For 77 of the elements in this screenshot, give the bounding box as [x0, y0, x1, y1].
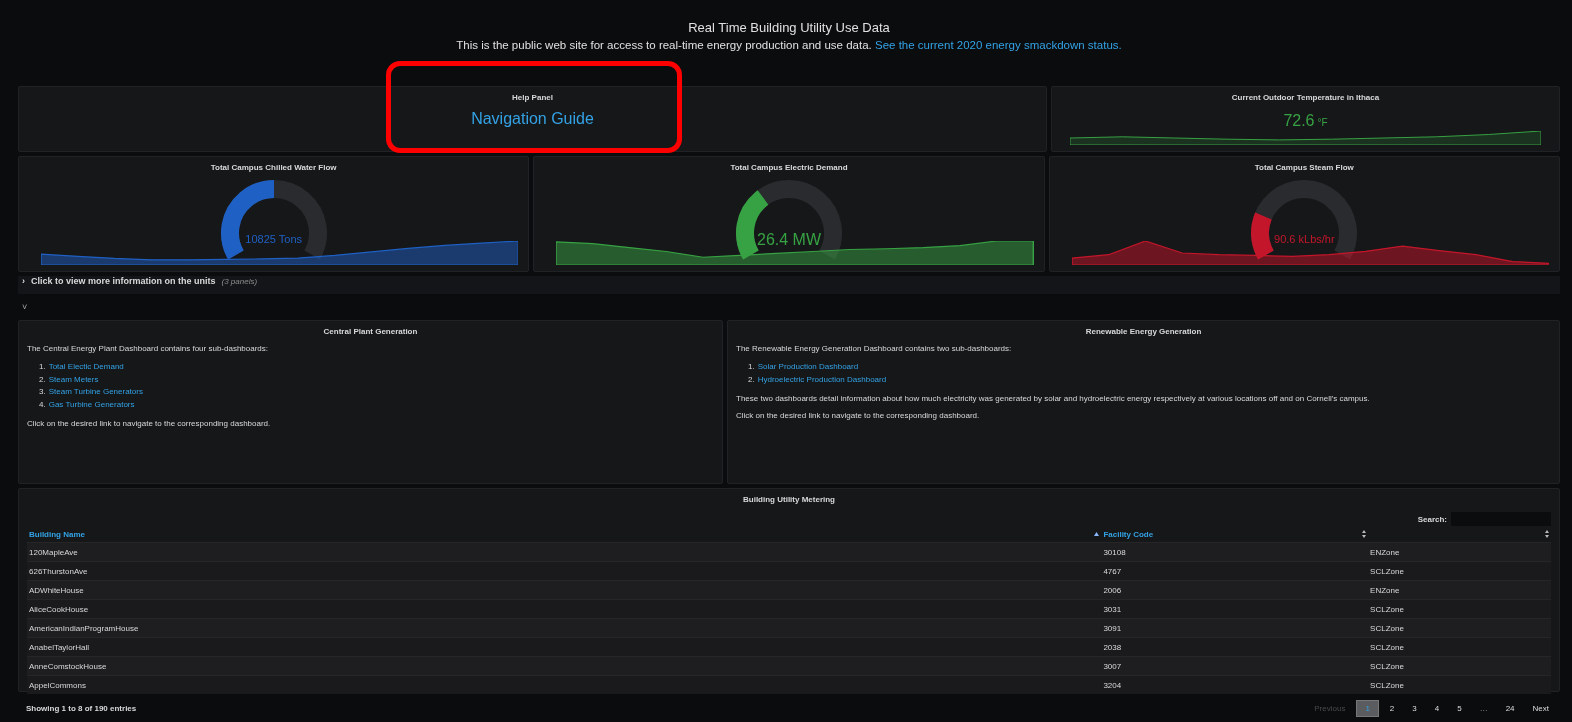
- table-cell: 120MapleAve: [27, 542, 1102, 562]
- list-number: 3.: [39, 386, 46, 398]
- temperature-value: 72.6: [1283, 112, 1315, 129]
- table-cell: AmericanIndianProgramHouse: [27, 618, 1102, 638]
- table-cell: 626ThurstonAve: [27, 561, 1102, 581]
- table-cell: AnneComstockHouse: [27, 656, 1102, 676]
- dashboard-link[interactable]: Solar Production Dashboard: [757, 361, 859, 374]
- intro-text: This is the public web site for access to real-time energy production and use data. See the current 2020 energy smackdown status.: [456, 39, 1122, 51]
- chevron-icon[interactable]: ˅: [22, 302, 28, 312]
- panel-title: Total Campus Steam Flow: [1254, 162, 1354, 172]
- dashboard-link[interactable]: Gas Turbine Generators: [48, 398, 135, 411]
- dashboard-link[interactable]: Hydroelectric Production Dashboard: [757, 373, 887, 386]
- page-button[interactable]: 3: [1405, 699, 1424, 717]
- table-cell: SCLZone: [1368, 656, 1551, 676]
- page-button[interactable]: 24: [1498, 699, 1522, 717]
- panel-count: (3 panels): [221, 277, 258, 286]
- list-number: 1.: [39, 361, 46, 373]
- panel-title: Help Panel: [512, 92, 553, 102]
- entries-info: Showing 1 to 8 of 190 entries: [26, 703, 137, 713]
- column-header[interactable]: Facility Code: [1103, 529, 1154, 539]
- table-cell: AnabelTaylorHall: [27, 637, 1102, 657]
- dashboard-link[interactable]: Steam Turbine Generators: [48, 386, 143, 399]
- table-cell: SCLZone: [1368, 618, 1551, 638]
- table-cell: 3091: [1101, 618, 1369, 638]
- gauge-value: 10825 Tons: [244, 233, 303, 245]
- table-cell: AliceCookHouse: [27, 599, 1102, 619]
- sort-icon[interactable]: [1545, 530, 1549, 538]
- panel-text: Click on the desired link to navigate to the corresponding dashboard.: [736, 411, 981, 420]
- table-cell: SCLZone: [1368, 675, 1551, 694]
- panel-title: Building Utility Metering: [742, 494, 836, 504]
- collapsed-row[interactable]: › Click to view more information on the units (3 panels): [18, 276, 1560, 294]
- row-title: Click to view more information on the units: [31, 276, 216, 286]
- table-cell: SCLZone: [1368, 599, 1551, 619]
- panel-title: Renewable Energy Generation: [1084, 326, 1203, 336]
- panel-title: Total Campus Chilled Water Flow: [210, 162, 337, 172]
- navigation-guide-link[interactable]: Navigation Guide: [471, 110, 594, 128]
- page-button[interactable]: 2: [1382, 699, 1402, 717]
- column-header[interactable]: Building Name: [29, 529, 85, 539]
- table-cell: 3007: [1101, 656, 1369, 676]
- chevron-icon: ›: [22, 276, 25, 286]
- panel-title: Total Campus Electric Demand: [730, 162, 848, 172]
- search-label: Search:: [1417, 514, 1447, 524]
- table-cell: ADWhiteHouse: [27, 580, 1102, 600]
- panel-text: The Renewable Energy Generation Dashboard contains two sub-dashboards:: [736, 344, 1013, 353]
- panel-title: Central Plant Generation: [322, 326, 419, 336]
- sort-icon[interactable]: [1362, 530, 1367, 538]
- dashboard-link[interactable]: Total Electic Demand: [48, 361, 124, 374]
- temperature-unit: °F: [1317, 117, 1328, 128]
- ellipsis: …: [1478, 702, 1489, 715]
- list-number: 2.: [39, 373, 46, 386]
- table-cell: ENZone: [1368, 580, 1551, 600]
- table-cell: 3204: [1101, 675, 1369, 694]
- table-cell: 2006: [1101, 580, 1369, 600]
- smackdown-link[interactable]: See the current 2020 energy smackdown status.: [874, 39, 1122, 51]
- table-cell: 2038: [1101, 637, 1369, 657]
- table-cell: 3031: [1101, 599, 1369, 619]
- page-button[interactable]: 4: [1427, 699, 1447, 717]
- list-number: 2.: [748, 373, 755, 386]
- gauge-value: 26.4 MW: [756, 231, 822, 249]
- table-cell: SCLZone: [1368, 561, 1551, 581]
- gauge-value: 90.6 kLbs/hr: [1273, 233, 1336, 245]
- panel-text: The Central Energy Plant Dashboard contains four sub-dashboards:: [27, 344, 270, 353]
- dashboard-title: Real Time Building Utility Use Data: [688, 20, 890, 35]
- pagination-button[interactable]: Next: [1525, 699, 1556, 717]
- panel-text: Click on the desired link to navigate to the corresponding dashboard.: [27, 419, 272, 428]
- dashboard-link[interactable]: Steam Meters: [48, 373, 99, 386]
- sort-ascending-icon[interactable]: [1094, 532, 1100, 536]
- table-cell: 4767: [1101, 561, 1369, 581]
- table-cell: SCLZone: [1368, 637, 1551, 657]
- panel-text: These two dashboards detail information about how much electricity was generated by solar and hydroelectric energy respectively at various locations off and on Cornell's campus.: [736, 394, 1371, 403]
- list-number: 4.: [39, 398, 46, 411]
- table-cell: ENZone: [1368, 542, 1551, 562]
- panel-title: Current Outdoor Temperature in Ithaca: [1231, 92, 1380, 102]
- page-button[interactable]: 5: [1450, 699, 1469, 717]
- table-cell: AppelCommons: [27, 675, 1102, 694]
- table-cell: 30108: [1101, 542, 1369, 562]
- list-number: 1.: [748, 361, 755, 373]
